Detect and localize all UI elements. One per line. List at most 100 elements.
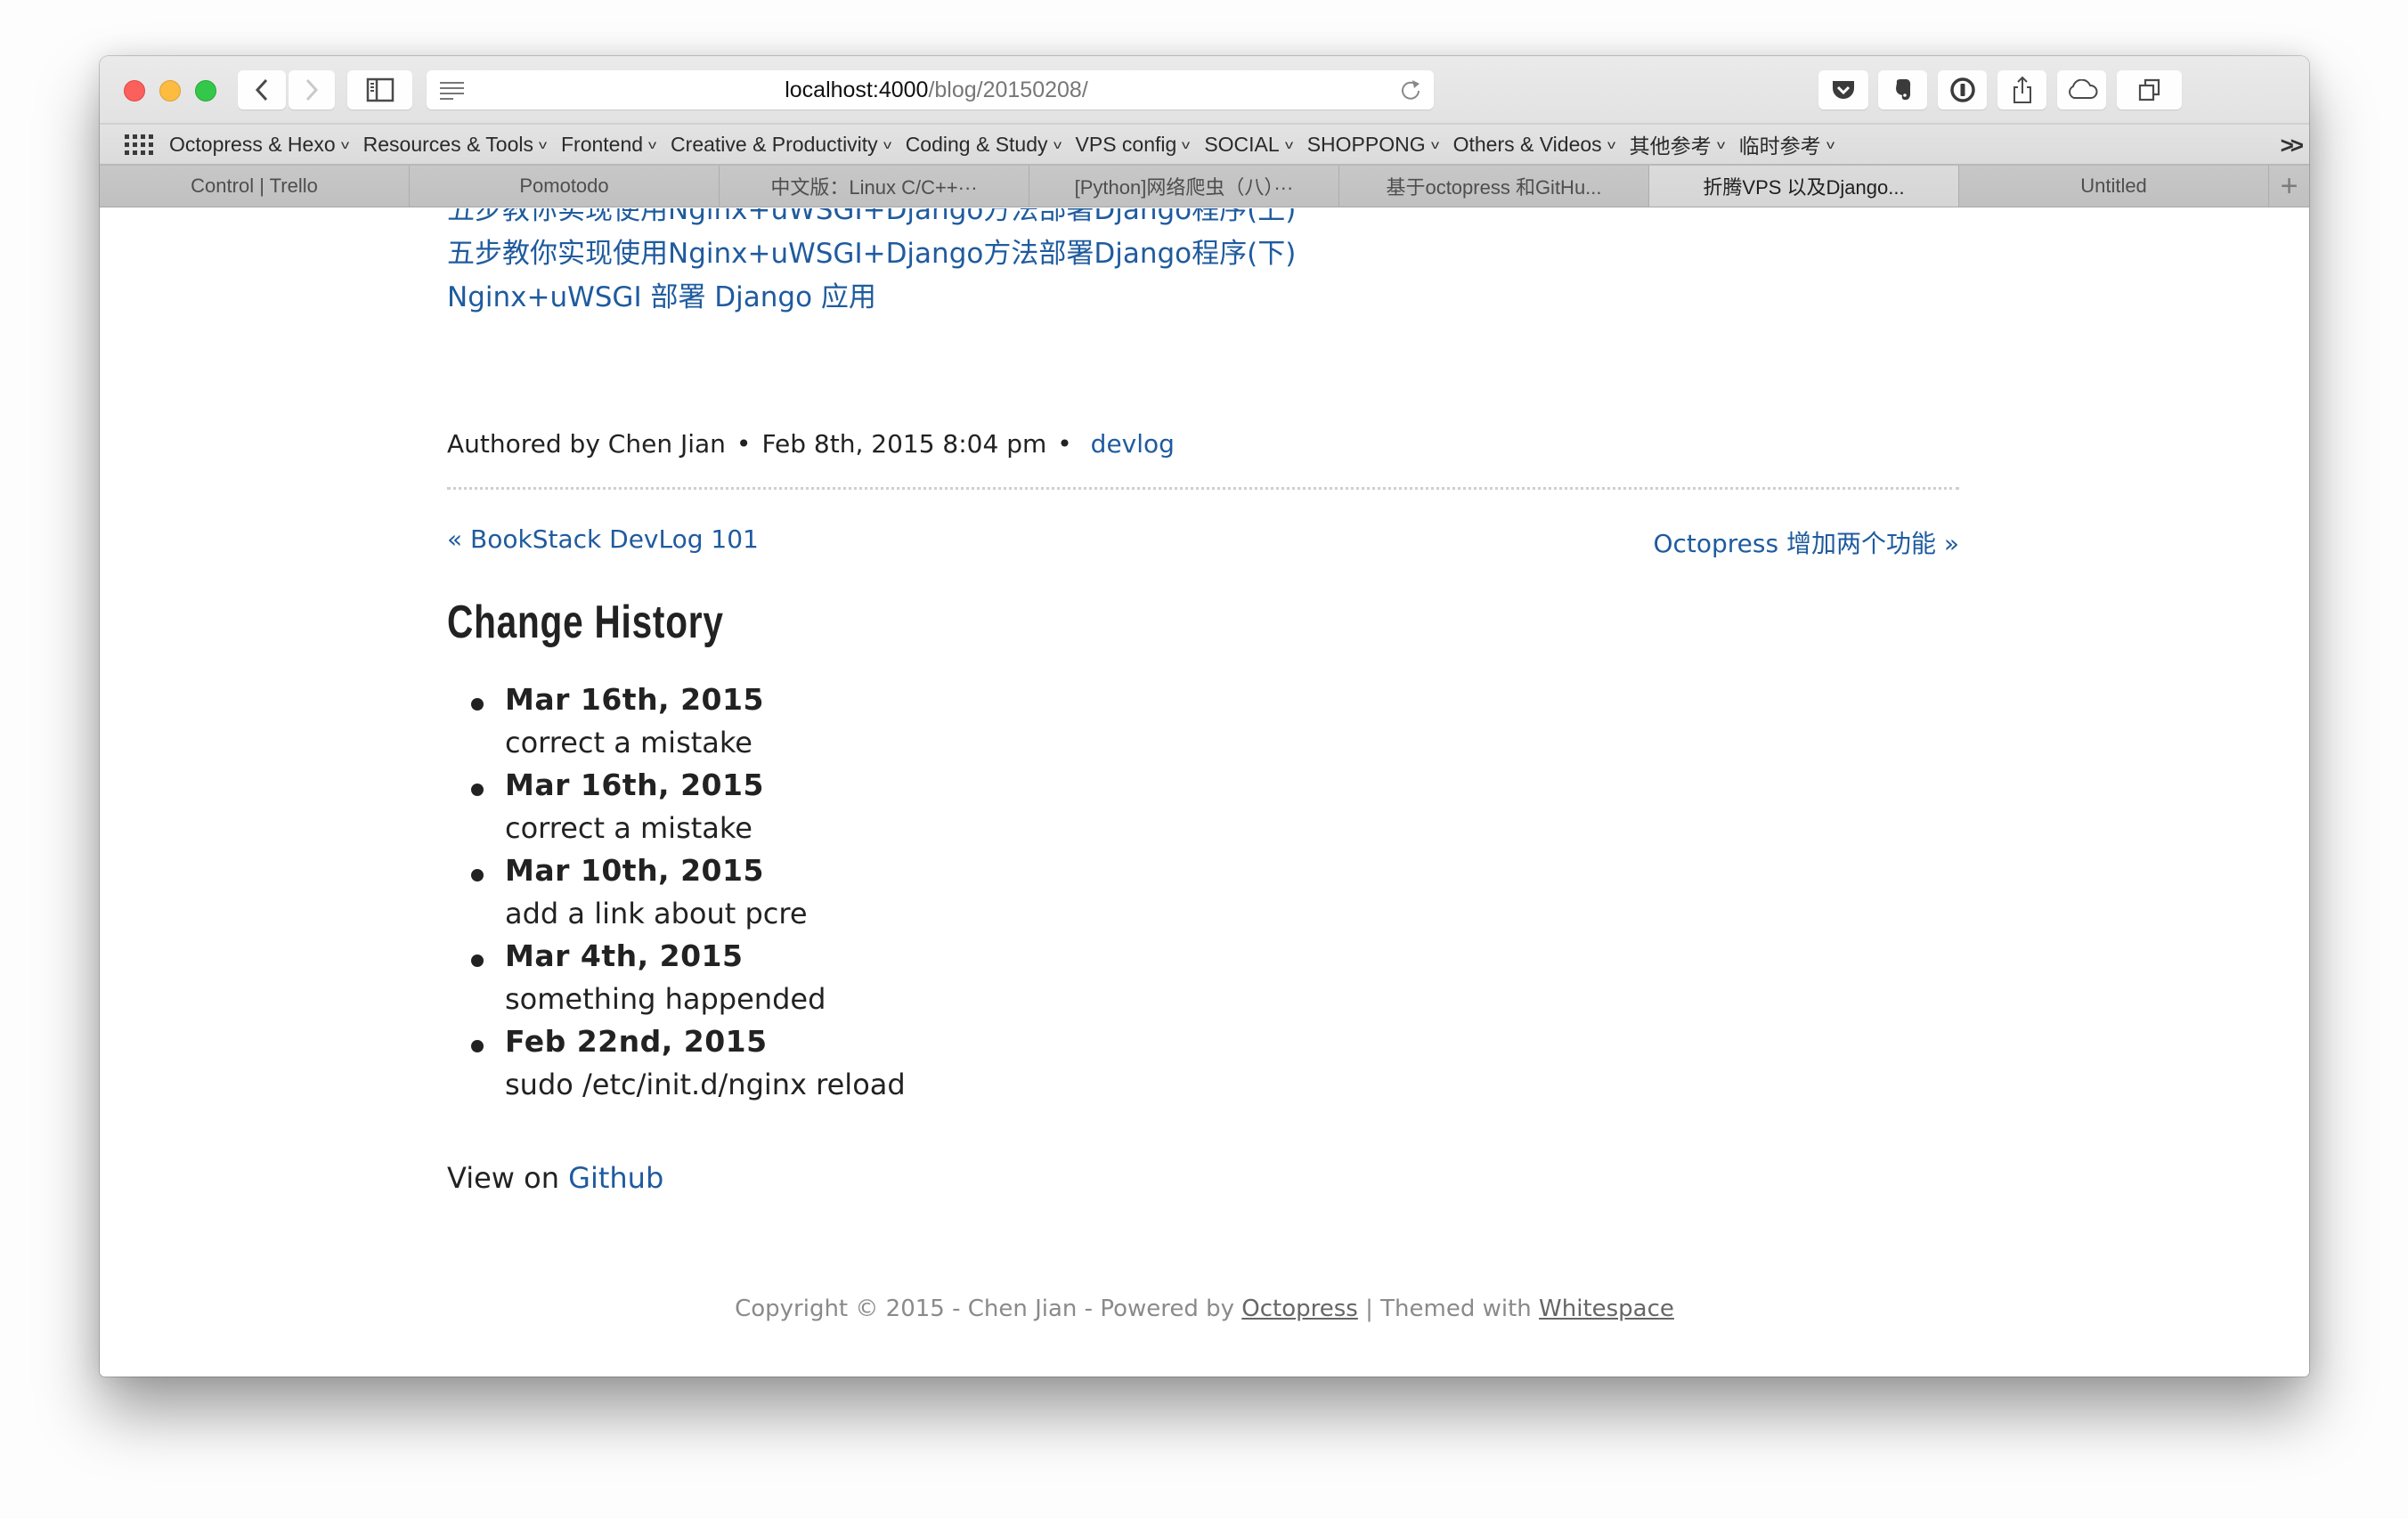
- history-note: correct a mistake: [505, 811, 752, 845]
- history-date: Mar 16th, 2015: [505, 682, 764, 717]
- next-post-link[interactable]: Octopress 增加两个功能 »: [1653, 524, 1959, 560]
- tab[interactable]: Control | Trello: [100, 166, 410, 207]
- chevron-down-icon: v: [1716, 137, 1725, 151]
- bookmark-label: Coding & Study: [905, 132, 1048, 156]
- post-date: Feb 8th, 2015 8:04 pm: [761, 429, 1047, 459]
- tab-title: 基于octopress 和GitHu...: [1386, 176, 1602, 199]
- chevron-down-icon: v: [1284, 137, 1293, 151]
- tab-title: Pomotodo: [519, 175, 609, 197]
- minimize-window-button[interactable]: [159, 80, 181, 102]
- divider: [447, 487, 1959, 490]
- icloud-tabs-button[interactable]: [2057, 70, 2106, 110]
- bookmark-label: 其他参考: [1629, 134, 1712, 158]
- evernote-button[interactable]: [1878, 70, 1927, 110]
- close-window-button[interactable]: [124, 80, 145, 102]
- bookmark-folder[interactable]: VPS config v: [1076, 133, 1191, 157]
- share-icon: [2013, 76, 2031, 103]
- post-author: Authored by Chen Jian: [447, 429, 726, 459]
- tab-title: [Python]网络爬虫（八）···: [1074, 176, 1294, 199]
- post-pager: « BookStack DevLog 101 Octopress 增加两个功能 …: [447, 524, 1959, 558]
- history-note: something happended: [505, 982, 826, 1016]
- chevron-down-icon: v: [538, 137, 548, 151]
- history-date: Mar 4th, 2015: [505, 938, 744, 973]
- category-link[interactable]: devlog: [1091, 429, 1175, 459]
- tab[interactable]: Pomotodo: [410, 166, 720, 207]
- view-on-github: View on Github: [447, 1161, 663, 1195]
- forward-button[interactable]: [289, 70, 335, 110]
- tab-overview-button[interactable]: [2117, 70, 2182, 110]
- bookmarks-overflow-button[interactable]: >>: [2281, 132, 2304, 159]
- bookmark-folder[interactable]: SOCIAL v: [1204, 133, 1293, 157]
- related-links: 五步教你实现使用Nginx+uWSGI+Django方法部署Django程序(上…: [447, 208, 1296, 320]
- bookmarks-bar: Octopress & Hexo v Resources & Tools v Fro…: [100, 125, 2309, 166]
- maximize-window-button[interactable]: [195, 80, 216, 102]
- tab-overview-icon: [2138, 78, 2160, 102]
- tab-bar: Control | Trello Pomotodo 中文版：Linux C/C+…: [100, 166, 2309, 207]
- chevron-down-icon: v: [340, 137, 349, 151]
- url-host: localhost:4000: [785, 77, 929, 102]
- bookmark-label: Creative & Productivity: [671, 132, 878, 156]
- tab[interactable]: 基于octopress 和GitHu...: [1339, 166, 1649, 207]
- bookmark-folder[interactable]: SHOPPONG v: [1307, 133, 1439, 157]
- copyright-text: Copyright © 2015 - Chen Jian - Powered b…: [735, 1296, 1242, 1322]
- url-text[interactable]: localhost:4000/blog/20150208/: [427, 70, 1434, 110]
- list-item: Mar 4th, 2015 something happended: [447, 935, 906, 1020]
- github-link[interactable]: Github: [568, 1161, 663, 1195]
- octopress-link[interactable]: Octopress: [1241, 1296, 1358, 1322]
- bookmark-folder[interactable]: Octopress & Hexo v: [169, 133, 349, 157]
- bookmark-folder[interactable]: 临时参考 v: [1739, 129, 1834, 159]
- prev-post-link[interactable]: « BookStack DevLog 101: [447, 524, 759, 554]
- meta-separator: •: [1057, 429, 1072, 459]
- bookmark-folder[interactable]: Resources & Tools v: [363, 133, 548, 157]
- address-bar[interactable]: localhost:4000/blog/20150208/: [427, 70, 1434, 110]
- history-date: Mar 16th, 2015: [505, 768, 764, 802]
- 1password-button[interactable]: [1938, 70, 1987, 110]
- icloud-tabs-icon: [2068, 79, 2097, 99]
- url-path: /blog/20150208/: [928, 77, 1088, 102]
- browser-toolbar: localhost:4000/blog/20150208/: [100, 56, 2309, 125]
- tab[interactable]: [Python]网络爬虫（八）···: [1029, 166, 1339, 207]
- tab[interactable]: Untitled: [1959, 166, 2269, 207]
- chevron-down-icon: v: [883, 137, 891, 151]
- 1password-icon: [1949, 77, 1975, 102]
- share-button[interactable]: [1997, 70, 2046, 110]
- page-footer: Copyright © 2015 - Chen Jian - Powered b…: [100, 1296, 2309, 1322]
- history-date: Mar 10th, 2015: [505, 853, 764, 888]
- bookmark-label: Others & Videos: [1452, 132, 1602, 156]
- view-on-label: View on: [447, 1161, 569, 1195]
- evernote-icon: [1895, 79, 1910, 101]
- new-tab-button[interactable]: +: [2269, 166, 2309, 207]
- bookmark-folder[interactable]: 其他参考 v: [1629, 129, 1725, 159]
- tab-title: Untitled: [2080, 175, 2147, 197]
- history-note: correct a mistake: [505, 726, 752, 760]
- sidebar-toggle-button[interactable]: [347, 70, 412, 110]
- list-item: Feb 22nd, 2015 sudo /etc/init.d/nginx re…: [447, 1020, 906, 1106]
- reload-icon[interactable]: [1398, 77, 1423, 102]
- chevron-down-icon: v: [647, 137, 657, 151]
- back-button[interactable]: [238, 70, 286, 110]
- chevron-down-icon: v: [1430, 137, 1439, 151]
- bookmark-folder[interactable]: Coding & Study v: [905, 132, 1062, 157]
- post-meta: Authored by Chen Jian • Feb 8th, 2015 8:04…: [447, 429, 1175, 459]
- related-link[interactable]: 五步教你实现使用Nginx+uWSGI+Django方法部署Django程序(上…: [447, 208, 1296, 226]
- show-all-bookmarks-icon[interactable]: [125, 134, 153, 155]
- tab[interactable]: 中文版：Linux C/C++···: [720, 166, 1029, 207]
- tab-active[interactable]: 折腾VPS 以及Django...: [1649, 166, 1959, 207]
- sidebar-icon: [366, 77, 394, 102]
- chevron-right-icon: [305, 78, 319, 102]
- bookmark-folder[interactable]: Creative & Productivity v: [671, 133, 891, 157]
- history-note: add a link about pcre: [505, 897, 808, 930]
- bookmark-folder[interactable]: Others & Videos v: [1453, 133, 1615, 157]
- list-item: Mar 10th, 2015 add a link about pcre: [447, 849, 906, 935]
- bookmark-folder[interactable]: Frontend v: [561, 133, 657, 157]
- meta-separator: •: [736, 429, 752, 459]
- history-note: sudo /etc/init.d/nginx reload: [505, 1068, 906, 1101]
- pocket-icon: [1833, 81, 1854, 99]
- related-link[interactable]: 五步教你实现使用Nginx+uWSGI+Django方法部署Django程序(下…: [447, 238, 1296, 270]
- related-link[interactable]: Nginx+uWSGI 部署 Django 应用: [447, 281, 876, 313]
- list-item: Mar 16th, 2015 correct a mistake: [447, 678, 906, 764]
- tab-title: 折腾VPS 以及Django...: [1703, 176, 1905, 199]
- pocket-button[interactable]: [1818, 70, 1868, 110]
- whitespace-link[interactable]: Whitespace: [1539, 1296, 1674, 1322]
- chevron-down-icon: v: [1053, 137, 1062, 151]
